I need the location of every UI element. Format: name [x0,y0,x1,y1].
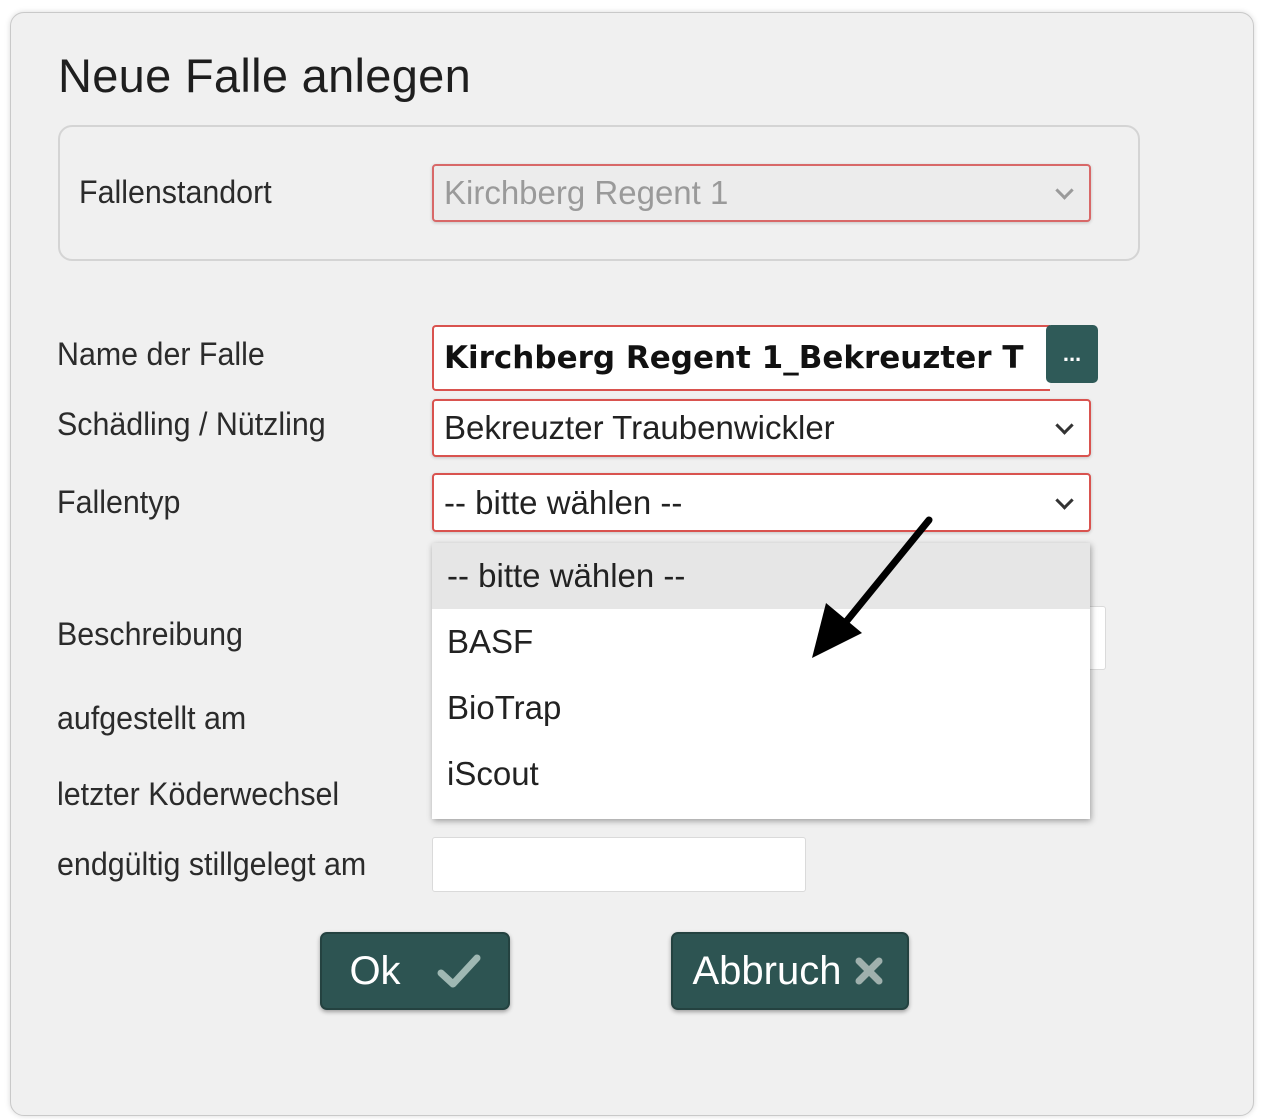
cancel-button-label: Abbruch [692,948,842,993]
annotation-arrow-icon [812,516,933,658]
cancel-button[interactable]: Abbruch [671,932,909,1010]
ok-button[interactable]: Ok [320,932,510,1010]
close-icon [855,957,883,985]
checkmark-icon [437,954,481,988]
ok-button-label: Ok [349,948,401,993]
